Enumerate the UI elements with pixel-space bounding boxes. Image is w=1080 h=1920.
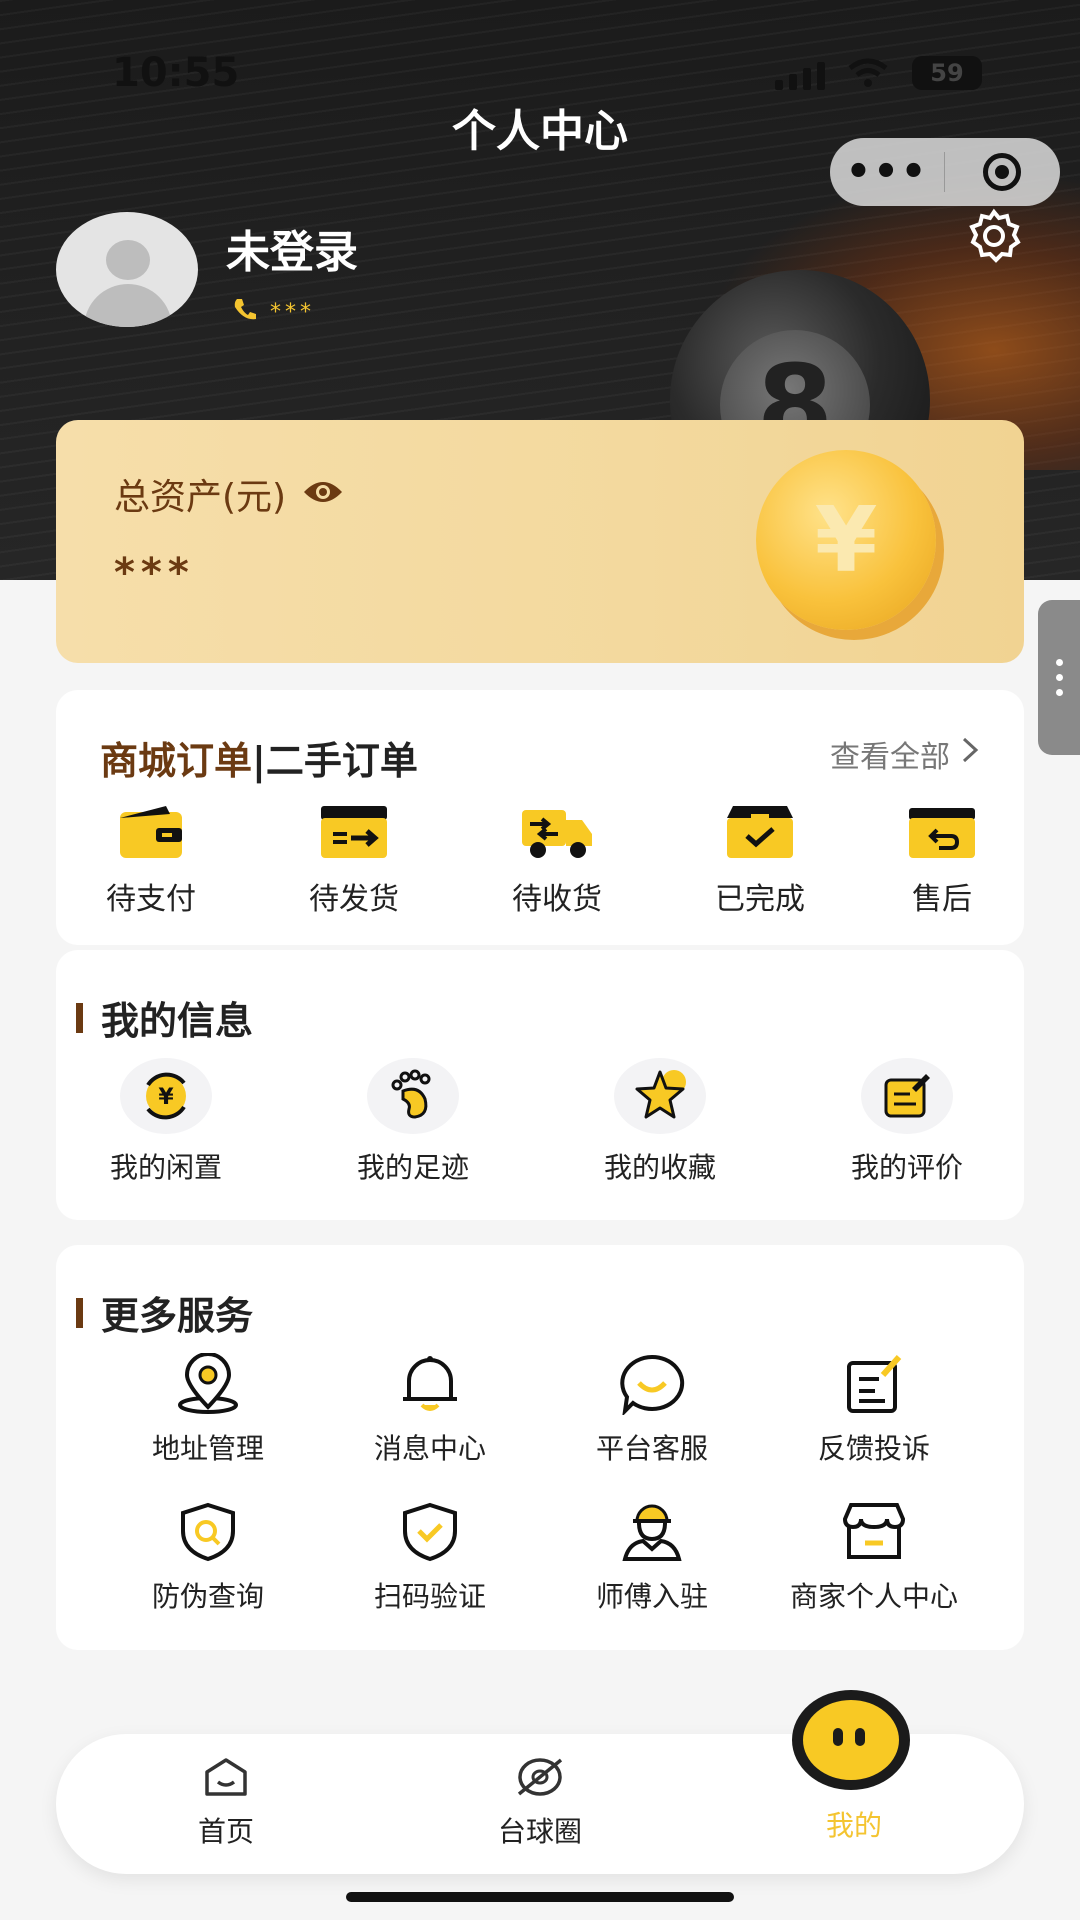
info-item-label: 我的闲置 [109,1151,222,1184]
service-feedback[interactable]: 反馈投诉 [774,1353,974,1467]
order-item-label: 待发货 [309,882,399,917]
side-drawer-handle[interactable] [1038,600,1080,755]
tab-billiard-circle[interactable]: 台球圈 [440,1756,640,1850]
assets-label: 总资产(元) [114,477,287,518]
section-title: 我的信息 [76,990,253,1045]
info-item-idle[interactable]: ¥ 我的闲置 [86,1058,246,1186]
assets-card[interactable]: 总资产(元) *** ¥ [56,420,1024,663]
phone-row: *** [232,296,315,328]
service-customer-support[interactable]: 平台客服 [552,1353,752,1467]
service-label: 扫码验证 [373,1580,486,1613]
my-info-card: 我的信息 ¥ 我的闲置 我的足迹 我的收藏 我的评价 [56,950,1024,1220]
order-status-row: 待支付 待发货 待收货 已完成 售后 [56,802,1024,922]
return-box-icon [872,802,1012,866]
tab-mall-orders[interactable]: 商城订单 [100,739,252,783]
order-item-pending-shipment[interactable]: 待发货 [284,802,424,918]
ship-box-icon [284,802,424,866]
service-label: 消息中心 [373,1432,486,1465]
order-item-label: 待收货 [512,882,602,917]
section-title-text: 更多服务 [101,1294,254,1338]
home-icon [126,1756,326,1802]
feedback-icon [774,1353,974,1419]
order-item-label: 待支付 [106,882,196,917]
order-item-pending-receipt[interactable]: 待收货 [487,802,627,918]
svg-text:¥: ¥ [158,1085,174,1110]
signal-icon [775,62,825,90]
service-anti-counterfeit[interactable]: 防伪查询 [108,1501,308,1615]
wallet-icon [81,802,221,866]
service-label: 商家个人中心 [789,1580,958,1613]
username[interactable]: 未登录 [226,216,358,280]
section-title-text: 我的信息 [101,999,254,1043]
service-address[interactable]: 地址管理 [108,1352,308,1467]
info-item-footprint[interactable]: 我的足迹 [333,1058,493,1186]
chevron-right-icon [960,736,980,772]
more-menu-icon[interactable]: ••• [830,152,944,192]
info-item-label: 我的足迹 [356,1151,469,1184]
assets-label-row: 总资产(元) [114,468,344,520]
assets-value: *** [114,550,195,596]
service-label: 平台客服 [595,1432,708,1465]
info-item-label: 我的收藏 [603,1151,716,1184]
section-title-bar [76,1297,83,1328]
shield-check-icon [330,1501,530,1567]
tab-label: 首页 [197,1815,254,1848]
order-item-label: 售后 [912,882,972,917]
order-tab-divider: | [252,739,266,783]
tab-secondhand-orders[interactable]: 二手订单 [266,739,418,783]
info-item-favorites[interactable]: 我的收藏 [580,1058,740,1186]
eye-icon[interactable] [302,474,344,515]
location-icon [108,1352,308,1419]
tab-home[interactable]: 首页 [126,1756,326,1850]
mascot-icon[interactable] [792,1690,910,1790]
close-target-icon[interactable] [945,153,1059,191]
order-item-completed[interactable]: 已完成 [690,802,830,918]
phone-icon [232,296,258,328]
wifi-icon [848,58,888,99]
battery-icon: 59 [912,56,982,90]
truck-icon [487,802,627,866]
home-indicator [346,1892,734,1902]
info-item-reviews[interactable]: 我的评价 [827,1058,987,1186]
service-merchant-center[interactable]: 商家个人中心 [774,1501,974,1615]
chat-icon [552,1353,752,1419]
status-time: 10:55 [112,50,240,96]
service-label: 反馈投诉 [817,1432,930,1465]
service-scan-verify[interactable]: 扫码验证 [330,1501,530,1615]
tab-mine[interactable]: 我的 [754,1796,954,1844]
footprint-icon [367,1058,459,1134]
service-messages[interactable]: 消息中心 [330,1353,530,1467]
order-tabs: 商城订单|二手订单 [100,730,418,785]
avatar[interactable] [56,212,198,327]
star-icon [614,1058,706,1134]
billiard-circle-icon [440,1756,640,1802]
store-icon [774,1501,974,1567]
order-item-pending-payment[interactable]: 待支付 [81,802,221,918]
service-label: 地址管理 [151,1432,264,1465]
tab-label: 台球圈 [497,1815,582,1848]
view-all-orders-link[interactable]: 查看全部 [830,732,980,776]
review-icon [861,1058,953,1134]
service-label: 防伪查询 [151,1580,264,1613]
orders-card: 商城订单|二手订单 查看全部 待支付 待发货 待收货 已完成 售后 [56,690,1024,945]
yuan-coin-icon: ¥ [756,450,936,630]
shield-search-icon [108,1501,308,1567]
services-card: 更多服务 地址管理 消息中心 平台客服 反馈投诉 防伪查询 扫码验证 师傅入驻 … [56,1245,1024,1650]
order-item-label: 已完成 [715,882,805,917]
bell-icon [330,1353,530,1419]
service-label: 师傅入驻 [595,1580,708,1613]
phone-number: *** [270,299,315,325]
section-title: 更多服务 [76,1285,253,1340]
view-all-label: 查看全部 [830,740,950,775]
service-master-join[interactable]: 师傅入驻 [552,1501,752,1615]
order-item-after-sales[interactable]: 售后 [872,802,1012,918]
section-title-bar [76,1002,83,1033]
miniprogram-capsule: ••• [830,138,1060,206]
gear-icon[interactable] [966,208,1022,268]
tab-label: 我的 [825,1809,882,1842]
worker-icon [552,1501,752,1567]
info-item-label: 我的评价 [850,1151,963,1184]
idle-yuan-icon: ¥ [120,1058,212,1134]
done-box-icon [690,802,830,866]
